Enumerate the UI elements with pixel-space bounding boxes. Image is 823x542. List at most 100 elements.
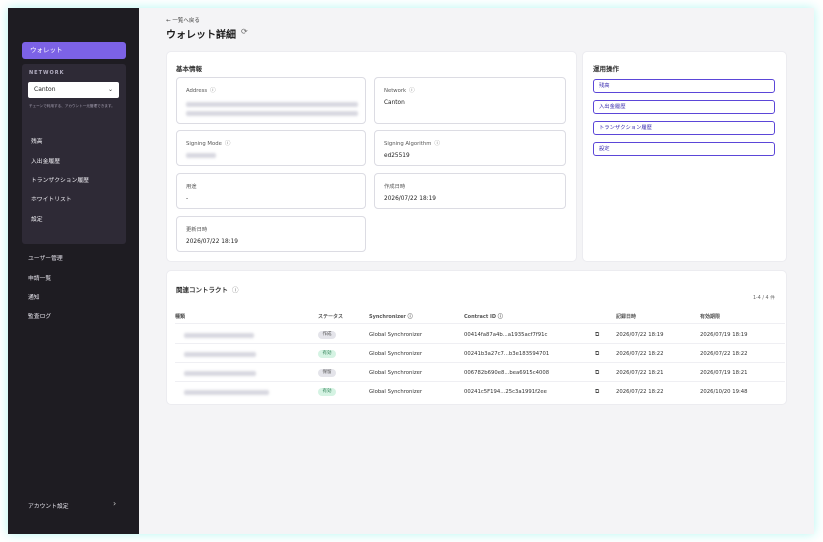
updated-label: 更新日時 <box>186 227 208 233</box>
col-header-contract-id: Contract ID ⓘ <box>464 314 503 320</box>
contracts-count: 1-4 / 4 件 <box>753 296 775 301</box>
created-field: 作成日時 2026/07/22 18:19 <box>374 173 566 209</box>
copy-icon[interactable]: ⧉ <box>595 369 599 377</box>
network-label: NETWORK <box>29 70 65 76</box>
network-select[interactable]: Canton ⌄ <box>28 82 119 98</box>
row-type-redacted <box>184 371 256 376</box>
back-link[interactable]: ← 一覧へ戻る <box>166 16 200 24</box>
info-icon: ⓘ <box>409 88 415 94</box>
sidebar: ウォレット NETWORK Canton ⌄ チェーンで利用する、アカウント一元… <box>8 8 139 534</box>
status-badge: 有効 <box>318 388 336 396</box>
network-field-label: Network ⓘ <box>384 88 415 94</box>
app-frame: ウォレット NETWORK Canton ⌄ チェーンで利用する、アカウント一元… <box>8 8 814 534</box>
operations-title: 運用操作 <box>593 65 619 73</box>
address-field: Address ⓘ <box>176 77 366 124</box>
network-item-settings[interactable]: 設定 <box>31 214 43 223</box>
updated-field: 更新日時 2026/07/22 18:19 <box>176 216 366 252</box>
signing-mode-label: Signing Mode ⓘ <box>186 141 231 147</box>
operations-card: 運用操作 残高 入出金履歴 トランザクション履歴 設定 <box>582 51 787 262</box>
info-icon: ⓘ <box>434 141 440 147</box>
copy-icon[interactable]: ⧉ <box>595 350 599 358</box>
refresh-icon[interactable]: ⟳ <box>241 27 248 36</box>
network-item-balance[interactable]: 残高 <box>31 136 43 145</box>
row-expiry: 2026/07/19 18:21 <box>700 370 748 376</box>
row-expiry: 2026/07/19 18:19 <box>700 332 748 338</box>
created-label: 作成日時 <box>384 184 406 190</box>
network-item-deposit-history[interactable]: 入出金履歴 <box>31 156 60 165</box>
address-label: Address ⓘ <box>186 88 216 94</box>
op-button-balance[interactable]: 残高 <box>593 79 775 93</box>
row-synchronizer: Global Synchronizer <box>369 389 423 395</box>
copy-icon[interactable]: ⧉ <box>595 331 599 339</box>
purpose-value: - <box>186 196 189 202</box>
op-button-deposit-history[interactable]: 入出金履歴 <box>593 100 775 114</box>
col-header-expiry: 有効期限 <box>700 314 721 320</box>
status-badge: 有効 <box>318 350 336 358</box>
network-panel: NETWORK Canton ⌄ チェーンで利用する、アカウント一元管理できます… <box>22 64 126 244</box>
status-badge: 保留 <box>318 369 336 377</box>
sidebar-item-notifications[interactable]: 通知 <box>28 292 40 301</box>
network-field-value: Canton <box>384 100 405 106</box>
purpose-label: 用途 <box>186 184 197 190</box>
row-synchronizer: Global Synchronizer <box>369 351 423 357</box>
sidebar-item-user-management[interactable]: ユーザー管理 <box>28 253 63 262</box>
row-recorded: 2026/07/22 18:22 <box>616 389 664 395</box>
col-header-status: ステータス <box>318 314 344 320</box>
page-title: ウォレット詳細 <box>166 30 236 41</box>
network-field: Network ⓘ Canton <box>374 77 566 124</box>
row-contract-id: 00414fa87a4b...a1935acf7f91c <box>464 332 548 338</box>
row-expiry: 2026/07/22 18:22 <box>700 351 748 357</box>
purpose-field: 用途 - <box>176 173 366 209</box>
row-contract-id: 00241b3a27c7...b3e183594701 <box>464 351 550 357</box>
row-contract-id: 006782b690e8...bea6915c4008 <box>464 370 550 376</box>
op-button-settings[interactable]: 設定 <box>593 142 775 156</box>
info-icon: ⓘ <box>497 314 503 320</box>
created-value: 2026/07/22 18:19 <box>384 196 436 202</box>
contracts-title: 関連コントラクト ⓘ <box>176 286 239 294</box>
col-header-type: 種類 <box>175 314 186 320</box>
info-icon: ⓘ <box>210 88 216 94</box>
network-item-whitelist[interactable]: ホワイトリスト <box>31 194 72 203</box>
row-recorded: 2026/07/22 18:22 <box>616 351 664 357</box>
basic-info-title: 基本情報 <box>176 65 202 73</box>
chevron-down-icon: ⌄ <box>107 86 113 93</box>
info-icon: ⓘ <box>232 286 239 294</box>
network-item-transaction-history[interactable]: トランザクション履歴 <box>31 175 89 184</box>
basic-info-card: 基本情報 Address ⓘ Network ⓘ Canton Signing Mo… <box>166 51 577 262</box>
network-select-value: Canton <box>34 86 56 93</box>
network-hint: チェーンで利用する、アカウント一元管理できます。 <box>29 104 115 108</box>
col-header-recorded: 記録日時 <box>616 314 637 320</box>
table-divider <box>175 343 785 344</box>
row-type-redacted <box>184 333 254 338</box>
status-badge: 作成 <box>318 331 336 339</box>
row-recorded: 2026/07/22 18:21 <box>616 370 664 376</box>
row-type-redacted <box>184 390 269 395</box>
row-contract-id: 00241c5F194...25c3a1991f2ee <box>464 389 547 395</box>
address-value-redacted <box>186 111 358 116</box>
row-synchronizer: Global Synchronizer <box>369 332 423 338</box>
row-synchronizer: Global Synchronizer <box>369 370 423 376</box>
address-value-redacted <box>186 102 358 107</box>
chevron-right-icon: › <box>113 499 117 508</box>
signing-algorithm-label: Signing Algorithm ⓘ <box>384 141 440 147</box>
table-divider <box>175 323 785 324</box>
sidebar-item-account-settings[interactable]: アカウント設定 <box>28 501 69 510</box>
row-recorded: 2026/07/22 18:19 <box>616 332 664 338</box>
info-icon: ⓘ <box>407 314 413 320</box>
main-content: ← 一覧へ戻る ウォレット詳細 ⟳ 基本情報 Address ⓘ Network ⓘ… <box>139 8 814 534</box>
signing-algorithm-field: Signing Algorithm ⓘ ed25519 <box>374 130 566 166</box>
signing-mode-value-redacted <box>186 153 216 158</box>
sidebar-item-audit-log[interactable]: 監査ログ <box>28 311 51 320</box>
info-icon: ⓘ <box>224 141 231 147</box>
signing-algorithm-value: ed25519 <box>384 153 410 159</box>
col-header-synchronizer: Synchronizer ⓘ <box>369 314 413 320</box>
updated-value: 2026/07/22 18:19 <box>186 239 238 245</box>
row-expiry: 2026/10/20 19:48 <box>700 389 748 395</box>
table-divider <box>175 362 785 363</box>
signing-mode-field: Signing Mode ⓘ <box>176 130 366 166</box>
table-divider <box>175 381 785 382</box>
copy-icon[interactable]: ⧉ <box>595 388 599 396</box>
sidebar-item-wallet[interactable]: ウォレット <box>22 42 126 59</box>
op-button-transaction-history[interactable]: トランザクション履歴 <box>593 121 775 135</box>
sidebar-item-requests[interactable]: 申請一覧 <box>28 273 51 282</box>
